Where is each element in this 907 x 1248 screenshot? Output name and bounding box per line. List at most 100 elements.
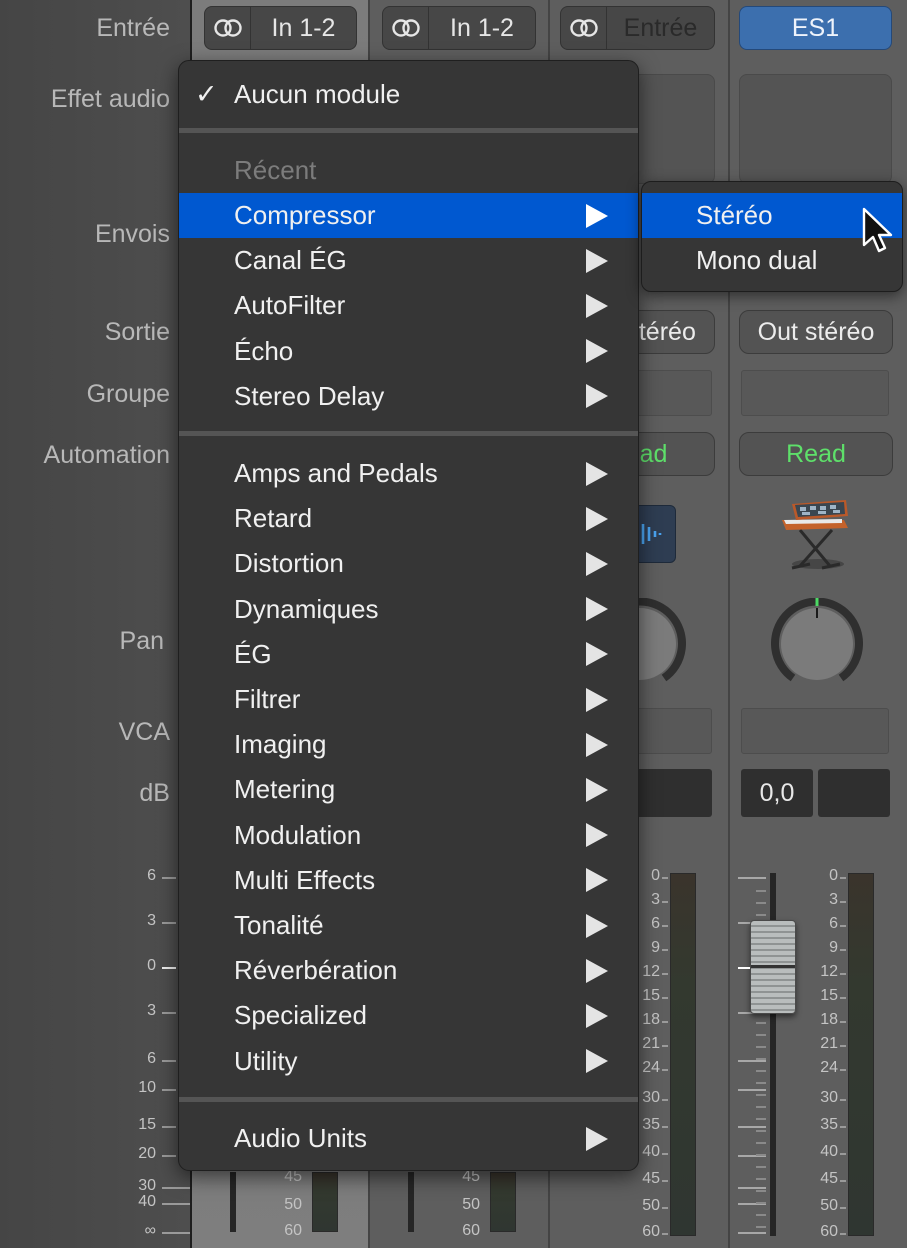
meter-scale-tick — [840, 1153, 846, 1155]
fader-track[interactable] — [408, 1172, 414, 1232]
label-db: dB — [139, 779, 170, 807]
menu-item-category[interactable]: Tonalité — [179, 903, 638, 948]
submenu-arrow-icon — [586, 248, 608, 273]
menu-item-category[interactable]: Modulation — [179, 813, 638, 858]
input-label: In 1-2 — [271, 13, 336, 42]
instrument-button[interactable]: ES1 — [739, 6, 892, 50]
submenu-arrow-icon — [586, 384, 608, 409]
submenu-arrow-icon — [586, 203, 608, 228]
menu-item-label: Audio Units — [234, 1123, 367, 1153]
fader-scale-tick — [162, 1232, 190, 1234]
menu-item-recent[interactable]: AutoFilter — [179, 283, 638, 328]
meter-scale-label: 3 — [829, 891, 838, 908]
menu-item-label: Écho — [234, 335, 294, 366]
fader-scale-tick — [162, 1187, 190, 1189]
label-automation: Automation — [43, 441, 170, 469]
meter-scale-tick — [662, 1180, 668, 1182]
submenu-arrow-icon — [586, 687, 608, 712]
stereo-link-icon — [383, 7, 429, 49]
menu-item-recent[interactable]: Écho — [179, 329, 638, 374]
fader-minor-tick — [756, 902, 766, 904]
fader-tick — [738, 1060, 766, 1062]
output-button[interactable]: Out stéréo — [739, 310, 893, 354]
volume-fader-handle[interactable] — [750, 920, 796, 1014]
mouse-cursor-icon — [862, 207, 893, 253]
fader-minor-tick — [756, 890, 766, 892]
input-button[interactable]: Entrée — [560, 6, 715, 50]
menu-item-category[interactable]: Réverbération — [179, 948, 638, 993]
input-button[interactable]: In 1-2 — [204, 6, 357, 50]
meter-scale-tick — [662, 1069, 668, 1071]
group-slot[interactable] — [741, 370, 889, 416]
audio-fx-slot[interactable] — [739, 74, 892, 184]
fader-scale-tick — [162, 1155, 176, 1157]
volume-db-display[interactable]: 0,0 — [741, 769, 813, 817]
menu-item-recent[interactable]: Stereo Delay — [179, 374, 638, 419]
menu-item-label: Specialized — [234, 1000, 367, 1031]
vca-slot[interactable] — [741, 708, 889, 754]
menu-item-label: AutoFilter — [234, 290, 346, 321]
fader-minor-tick — [756, 1142, 766, 1144]
meter-scale-label: 60 — [820, 1223, 838, 1240]
meter-scale-tick — [840, 877, 846, 879]
menu-item-category[interactable]: Amps and Pedals — [179, 451, 638, 496]
automation-mode-button[interactable]: Read — [739, 432, 893, 476]
input-label: In 1-2 — [450, 13, 514, 42]
meter-scale-label: 60 — [642, 1223, 660, 1240]
menu-item-category[interactable]: Filtrer — [179, 677, 638, 722]
fader-minor-tick — [756, 1190, 766, 1192]
meter-scale-tick — [840, 925, 846, 927]
menu-item-category[interactable]: ÉG — [179, 632, 638, 677]
meter-scale-tick — [840, 973, 846, 975]
submenu-arrow-icon — [586, 1126, 608, 1151]
menu-item-category[interactable]: Distortion — [179, 541, 638, 586]
menu-item-category[interactable]: Metering — [179, 767, 638, 812]
menu-item-category[interactable]: Utility — [179, 1039, 638, 1084]
menu-item-recent[interactable]: Canal ÉG — [179, 238, 638, 283]
menu-item-category[interactable]: Retard — [179, 496, 638, 541]
meter-scale-tick — [840, 949, 846, 951]
menu-item-none[interactable]: ✓ Aucun module — [179, 72, 638, 117]
meter-scale-tick — [662, 877, 668, 879]
meter-scale-tick — [840, 1207, 846, 1209]
menu-header-recent: Récent — [179, 148, 638, 193]
checkmark-icon: ✓ — [195, 79, 218, 109]
fader-scale-tick — [162, 1060, 176, 1062]
fader-scale-tick — [162, 1203, 190, 1205]
fader-scale-tick — [162, 922, 176, 924]
level-meter — [312, 1172, 338, 1232]
menu-item-category[interactable]: Dynamiques — [179, 587, 638, 632]
input-button[interactable]: In 1-2 — [382, 6, 536, 50]
synthesizer-keyboard-icon[interactable] — [778, 490, 854, 574]
menu-item-label: Tonalité — [234, 910, 324, 940]
submenu-arrow-icon — [586, 597, 608, 622]
menu-item-category[interactable]: Imaging — [179, 722, 638, 767]
menu-item-recent[interactable]: Compressor — [179, 193, 638, 238]
menu-item-label: Utility — [234, 1045, 298, 1076]
fader-zero-marker — [738, 967, 750, 969]
menu-item-label: Compressor — [234, 200, 376, 230]
menu-item-category[interactable]: Specialized — [179, 993, 638, 1038]
fader-track[interactable] — [230, 1172, 236, 1232]
meter-scale-tick — [840, 1099, 846, 1101]
menu-item-label: Réverbération — [234, 955, 398, 986]
submenu-arrow-icon — [586, 1003, 608, 1028]
meter-scale-tick — [662, 973, 668, 975]
menu-item-label: Aucun module — [234, 79, 401, 109]
stereo-link-icon — [205, 7, 251, 49]
fader-minor-tick — [756, 1202, 766, 1204]
submenu-arrow-icon — [586, 293, 608, 318]
menu-item-category[interactable]: Multi Effects — [179, 858, 638, 903]
submenu-item-label: Mono dual — [696, 245, 818, 275]
fader-minor-tick — [756, 1106, 766, 1108]
label-vca: VCA — [118, 718, 170, 746]
meter-scale-label: 21 — [820, 1035, 838, 1052]
menu-item-audio-units[interactable]: Audio Units — [179, 1116, 638, 1161]
submenu-arrow-icon — [586, 868, 608, 893]
submenu-arrow-icon — [586, 777, 608, 802]
meter-scale-label: 45 — [642, 1170, 660, 1187]
pan-knob[interactable] — [771, 598, 863, 690]
menu-separator — [179, 1097, 638, 1102]
audio-fx-plugin-menu[interactable]: ✓ Aucun module Récent Compressor Canal ÉG… — [178, 60, 639, 1171]
meter-scale-label: 45 — [820, 1170, 838, 1187]
